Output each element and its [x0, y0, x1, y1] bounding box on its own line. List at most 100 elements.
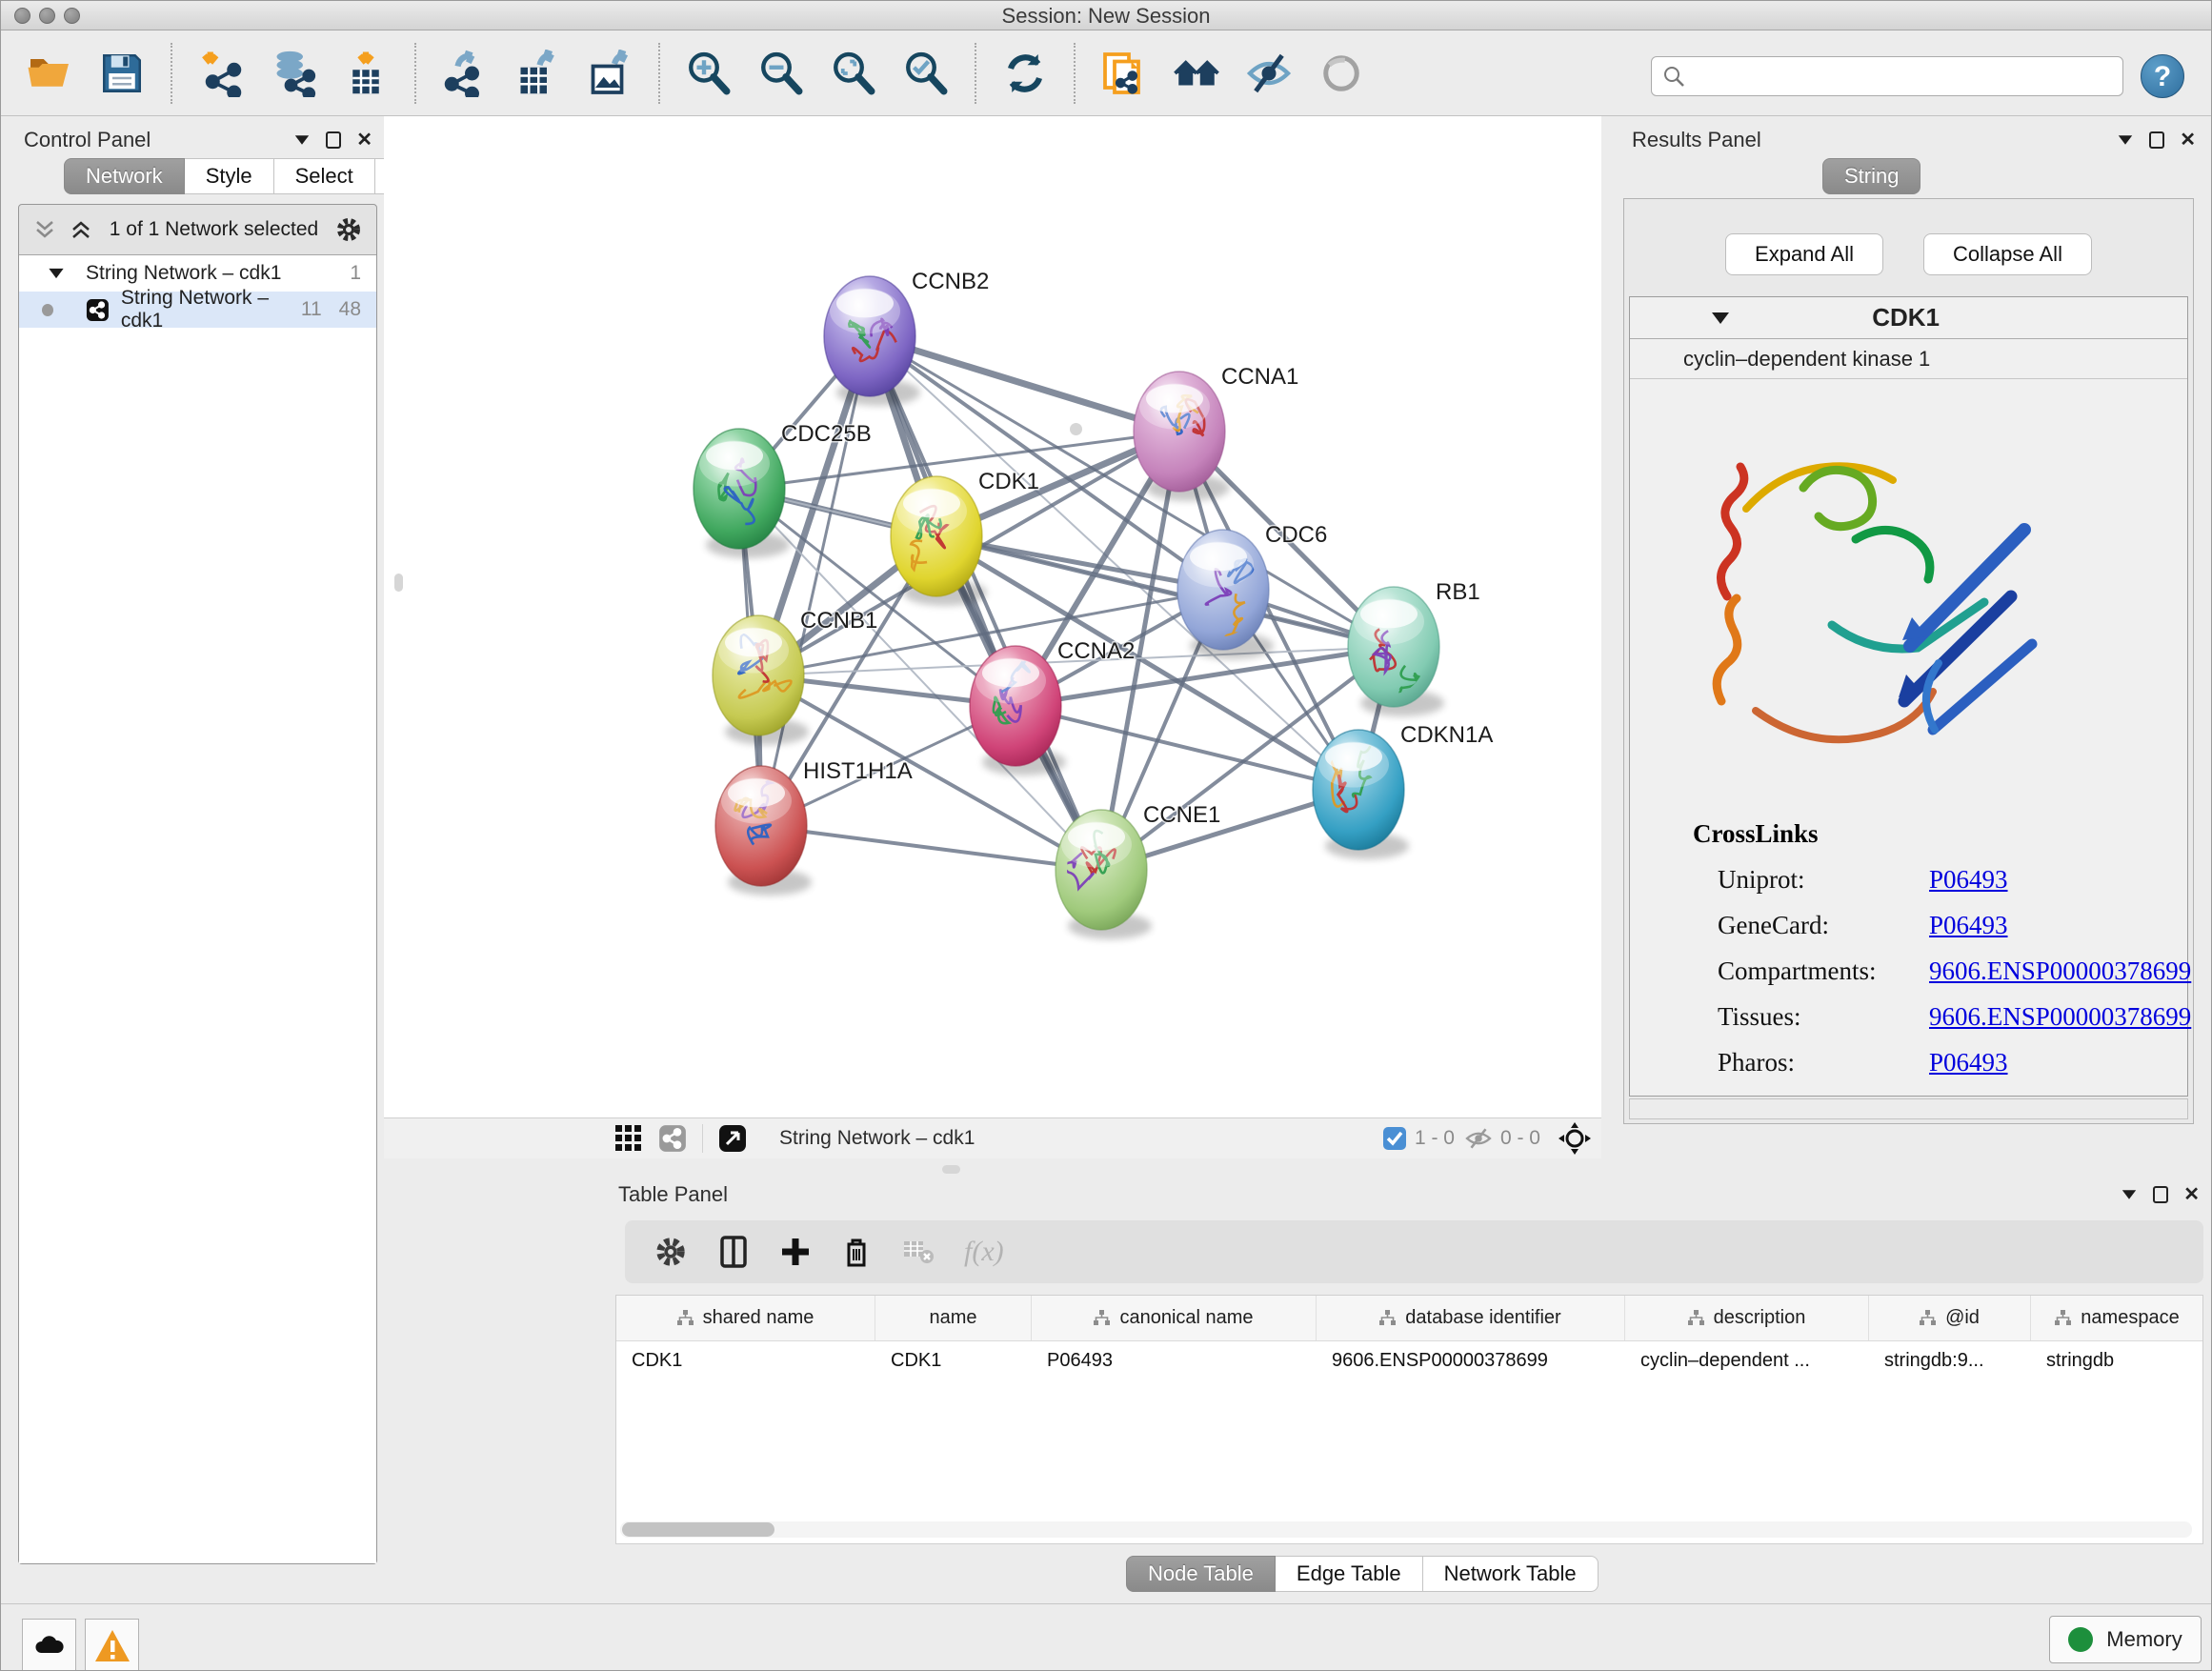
open-session-icon[interactable]	[26, 50, 73, 97]
clone-network-icon[interactable]	[1100, 50, 1148, 97]
export-table-icon[interactable]	[513, 50, 561, 97]
network-edge[interactable]	[1016, 706, 1358, 790]
search-input[interactable]	[1694, 65, 2103, 88]
network-node[interactable]	[970, 646, 1066, 775]
table-row[interactable]: CDK1CDK1P064939606.ENSP00000378699cyclin…	[616, 1341, 2202, 1379]
column-header[interactable]: shared name	[616, 1296, 875, 1340]
warnings-button[interactable]	[85, 1619, 139, 1671]
network-type-icon	[86, 297, 110, 323]
crosslink-link[interactable]: 9606.ENSP00000378699	[1929, 1002, 2191, 1032]
expand-all-button[interactable]: Expand All	[1725, 233, 1883, 275]
network-node[interactable]	[713, 615, 809, 745]
refresh-icon[interactable]	[1001, 50, 1049, 97]
panel-menu-icon[interactable]	[2122, 1190, 2136, 1199]
tab-string[interactable]: String	[1822, 158, 1920, 194]
search-box[interactable]	[1651, 56, 2123, 96]
column-header[interactable]: namespace	[2031, 1296, 2203, 1340]
crosslink-link[interactable]: P06493	[1929, 911, 2008, 940]
panel-menu-icon[interactable]	[295, 135, 309, 145]
network-node[interactable]	[824, 276, 920, 406]
save-session-icon[interactable]	[98, 50, 146, 97]
table-cell[interactable]: CDK1	[616, 1341, 875, 1379]
help-button[interactable]: ?	[2141, 54, 2184, 98]
network-node[interactable]	[1313, 730, 1409, 859]
cloud-button[interactable]	[22, 1619, 76, 1671]
panel-menu-icon[interactable]	[2119, 135, 2132, 145]
import-network-icon[interactable]	[197, 50, 245, 97]
table-cell[interactable]: CDK1	[875, 1341, 1032, 1379]
collection-expander-icon[interactable]	[49, 269, 63, 278]
zoom-fit-icon[interactable]	[830, 50, 877, 97]
close-panel-icon[interactable]: ✕	[356, 128, 372, 151]
hidden-eye-icon[interactable]	[1464, 1124, 1493, 1153]
zoom-selected-icon[interactable]	[902, 50, 950, 97]
crosslink-link[interactable]: P06493	[1929, 1048, 2008, 1077]
close-panel-icon[interactable]: ✕	[2180, 128, 2196, 151]
home-networks-icon[interactable]	[1173, 50, 1220, 97]
network-node[interactable]	[1348, 587, 1444, 716]
tab-style[interactable]: Style	[185, 158, 274, 194]
column-header[interactable]: @id	[1869, 1296, 2031, 1340]
node-label: HIST1H1A	[803, 758, 913, 784]
float-panel-icon[interactable]	[326, 131, 341, 149]
table-hscrollbar[interactable]	[620, 1521, 2192, 1538]
scrollbar-thumb[interactable]	[622, 1522, 774, 1537]
network-node[interactable]	[1056, 810, 1152, 939]
collapse-all-button[interactable]: Collapse All	[1923, 233, 2092, 275]
crosslink-link[interactable]: 9606.ENSP00000378699	[1929, 956, 2191, 986]
create-column-icon[interactable]	[779, 1236, 812, 1268]
delete-column-icon[interactable]	[840, 1236, 873, 1268]
network-options-gear-icon[interactable]	[334, 215, 363, 244]
float-panel-icon[interactable]	[2149, 131, 2164, 149]
table-cell[interactable]: cyclin–dependent ...	[1625, 1341, 1869, 1379]
import-database-icon[interactable]	[270, 50, 317, 97]
grid-view-icon[interactable]	[614, 1124, 643, 1153]
collapse-all-icon[interactable]	[32, 217, 57, 242]
table-cell[interactable]: P06493	[1032, 1341, 1317, 1379]
export-network-icon[interactable]	[441, 50, 489, 97]
export-image-icon[interactable]	[586, 50, 633, 97]
table-cell[interactable]: stringdb:9...	[1869, 1341, 2031, 1379]
network-edge[interactable]	[870, 336, 1179, 432]
tab-node-table[interactable]: Node Table	[1126, 1556, 1276, 1592]
table-options-gear-icon[interactable]	[654, 1235, 688, 1269]
import-table-icon[interactable]	[342, 50, 390, 97]
selected-checkbox-icon[interactable]	[1382, 1126, 1407, 1151]
memory-button[interactable]: Memory	[2049, 1616, 2202, 1663]
navigator-crosshair-icon[interactable]	[1558, 1121, 1592, 1156]
tab-edge-table[interactable]: Edge Table	[1276, 1556, 1423, 1592]
network-node-count: 11	[301, 298, 322, 321]
results-hscrollbar[interactable]	[1629, 1098, 2188, 1119]
column-header[interactable]: database identifier	[1317, 1296, 1625, 1340]
close-panel-icon[interactable]: ✕	[2183, 1182, 2200, 1206]
detach-view-icon[interactable]	[718, 1124, 747, 1153]
hide-selected-icon[interactable]	[1245, 50, 1293, 97]
crosslink-row: Compartments: 9606.ENSP00000378699	[1693, 956, 2191, 986]
network-edge[interactable]	[870, 336, 1101, 870]
column-header[interactable]: name	[875, 1296, 1032, 1340]
show-columns-icon[interactable]	[716, 1235, 751, 1269]
network-edge[interactable]	[761, 826, 1101, 870]
tab-select[interactable]: Select	[274, 158, 375, 194]
network-view-icon[interactable]	[658, 1124, 687, 1153]
column-header[interactable]: canonical name	[1032, 1296, 1317, 1340]
zoom-in-icon[interactable]	[685, 50, 733, 97]
network-node[interactable]	[1177, 530, 1274, 659]
network-row[interactable]: String Network – cdk1 11 48	[19, 292, 376, 328]
zoom-out-icon[interactable]	[757, 50, 805, 97]
tab-network-table[interactable]: Network Table	[1423, 1556, 1599, 1592]
tab-network[interactable]: Network	[64, 158, 185, 194]
crosslink-link[interactable]: P06493	[1929, 865, 2008, 895]
column-header[interactable]: description	[1625, 1296, 1869, 1340]
right-splitter-handle[interactable]	[1070, 423, 1082, 435]
network-node[interactable]	[715, 766, 812, 896]
table-cell[interactable]: stringdb	[2031, 1341, 2203, 1379]
show-hidden-icon[interactable]	[1317, 50, 1365, 97]
float-panel-icon[interactable]	[2153, 1186, 2168, 1203]
gene-expander-icon[interactable]	[1712, 312, 1729, 324]
network-canvas[interactable]: CCNB2CCNA1CDC25BCDK1CDC6RB1CCNB1CCNA2CDK…	[384, 116, 1601, 1117]
left-splitter-handle[interactable]	[394, 574, 403, 592]
expand-all-icon[interactable]	[69, 217, 93, 242]
table-cell[interactable]: 9606.ENSP00000378699	[1317, 1341, 1625, 1379]
network-edge[interactable]	[761, 336, 870, 826]
